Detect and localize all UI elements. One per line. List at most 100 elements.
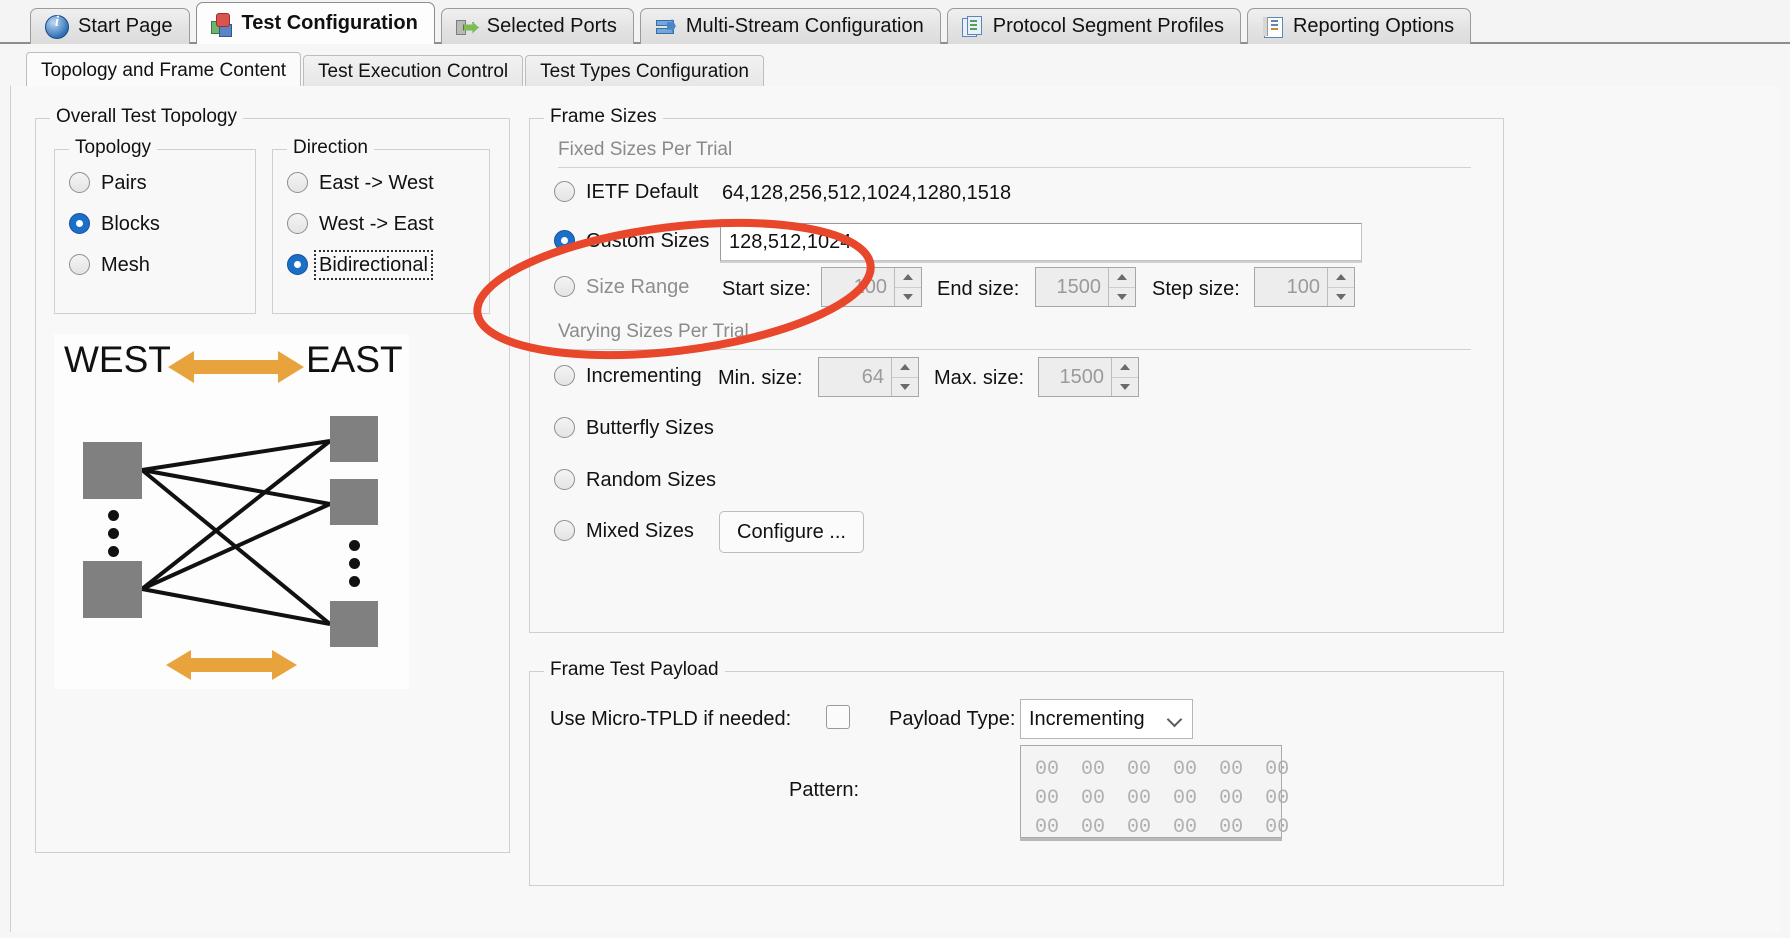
subtab-test-execution-control[interactable]: Test Execution Control bbox=[303, 55, 524, 88]
subtab-topology-and-frame-content[interactable]: Topology and Frame Content bbox=[26, 52, 302, 88]
tab-label: Multi-Stream Configuration bbox=[685, 15, 924, 37]
pattern-row: 00 00 00 00 00 00 bbox=[1035, 755, 1289, 784]
radio-direction-east-to-west[interactable]: East -> West bbox=[287, 172, 434, 193]
stepper-up-icon bbox=[1109, 268, 1135, 288]
radio-incrementing[interactable]: Incrementing bbox=[554, 365, 702, 386]
pattern-byte: 00 bbox=[1265, 758, 1290, 781]
stream-icon bbox=[655, 16, 677, 38]
subtab-label: Topology and Frame Content bbox=[41, 59, 287, 81]
max-size-stepper[interactable]: 1500 bbox=[1038, 357, 1139, 397]
end-size-value: 1500 bbox=[1056, 275, 1102, 298]
documents-icon bbox=[961, 15, 984, 38]
tab-multi-stream-configuration[interactable]: Multi-Stream Configuration bbox=[639, 8, 941, 44]
radio-dot bbox=[554, 469, 575, 490]
step-size-label: Step size: bbox=[1152, 278, 1240, 300]
radio-dot bbox=[287, 172, 308, 193]
start-size-value: 100 bbox=[853, 275, 887, 298]
tab-selected-ports[interactable]: Selected Ports bbox=[440, 8, 634, 44]
pattern-byte: 00 bbox=[1127, 758, 1152, 781]
section-divider bbox=[558, 349, 1471, 350]
radio-dot bbox=[69, 172, 90, 193]
radio-dot bbox=[554, 230, 575, 251]
west-ellipsis-dot bbox=[108, 546, 119, 557]
radio-topology-pairs[interactable]: Pairs bbox=[69, 172, 147, 193]
tab-label: Start Page bbox=[78, 15, 173, 37]
end-size-stepper[interactable]: 1500 bbox=[1035, 267, 1136, 307]
stepper-up-icon bbox=[1328, 268, 1354, 288]
radio-size-range[interactable]: Size Range bbox=[554, 276, 689, 297]
group-title: Frame Sizes bbox=[544, 106, 663, 128]
tab-start-page[interactable]: Start Page bbox=[30, 8, 190, 44]
custom-sizes-value: 128,512,1024 bbox=[729, 230, 852, 253]
radio-dot bbox=[287, 213, 308, 234]
max-size-value: 1500 bbox=[1059, 365, 1105, 388]
pattern-byte: 00 bbox=[1265, 787, 1290, 810]
pattern-byte: 00 bbox=[1173, 758, 1198, 781]
step-size-stepper[interactable]: 100 bbox=[1254, 267, 1355, 307]
radio-mixed-sizes[interactable]: Mixed Sizes bbox=[554, 520, 694, 541]
radio-label: Bidirectional bbox=[314, 249, 433, 280]
radio-dot bbox=[69, 213, 90, 234]
east-ellipsis-dot bbox=[349, 558, 360, 569]
east-ellipsis-dot bbox=[349, 540, 360, 551]
stepper-buttons[interactable] bbox=[891, 358, 918, 396]
report-book-icon bbox=[1262, 16, 1284, 38]
radio-label: Pairs bbox=[101, 171, 147, 194]
group-title: Frame Test Payload bbox=[544, 659, 725, 681]
radio-label: Blocks bbox=[101, 212, 160, 235]
radio-topology-mesh[interactable]: Mesh bbox=[69, 254, 150, 275]
payload-type-label: Payload Type: bbox=[889, 708, 1016, 730]
pattern-byte: 00 bbox=[1127, 787, 1152, 810]
radio-label: IETF Default bbox=[586, 180, 699, 203]
pattern-row: 00 00 00 00 00 00 bbox=[1035, 813, 1289, 842]
ports-icon bbox=[455, 16, 479, 38]
min-size-stepper[interactable]: 64 bbox=[818, 357, 919, 397]
tab-test-configuration[interactable]: Test Configuration bbox=[195, 2, 435, 44]
configure-mixed-sizes-button[interactable]: Configure ... bbox=[719, 511, 864, 553]
pattern-byte: 00 bbox=[1219, 787, 1244, 810]
radio-ietf-default[interactable]: IETF Default bbox=[554, 181, 698, 202]
bidirectional-arrow-bottom-icon bbox=[166, 650, 297, 680]
radio-label: West -> East bbox=[319, 212, 434, 235]
payload-type-select[interactable]: Incrementing bbox=[1020, 699, 1193, 739]
info-icon bbox=[45, 14, 69, 39]
fixed-sizes-section-label: Fixed Sizes Per Trial bbox=[558, 139, 733, 160]
tab-reporting-options[interactable]: Reporting Options bbox=[1246, 8, 1472, 44]
radio-custom-sizes[interactable]: Custom Sizes bbox=[554, 230, 709, 251]
stepper-buttons[interactable] bbox=[1327, 268, 1354, 306]
radio-butterfly-sizes[interactable]: Butterfly Sizes bbox=[554, 417, 714, 438]
button-label: Configure ... bbox=[737, 520, 846, 543]
tab-protocol-segment-profiles[interactable]: Protocol Segment Profiles bbox=[946, 8, 1241, 44]
radio-label: Incrementing bbox=[586, 364, 702, 387]
micro-tpld-label: Use Micro-TPLD if needed: bbox=[550, 708, 792, 730]
tab-label: Reporting Options bbox=[1292, 15, 1455, 37]
west-node-1 bbox=[83, 442, 142, 499]
micro-tpld-checkbox[interactable] bbox=[826, 705, 850, 729]
west-ellipsis-dot bbox=[108, 528, 119, 539]
tab-label: Protocol Segment Profiles bbox=[992, 15, 1224, 37]
direction-group: Direction East -> West West -> East Bidi… bbox=[272, 137, 490, 314]
stepper-buttons[interactable] bbox=[894, 268, 921, 306]
pattern-input[interactable]: 00 00 00 00 00 00 00 00 00 00 00 00 00 0… bbox=[1020, 745, 1289, 839]
stepper-buttons[interactable] bbox=[1111, 358, 1138, 396]
step-size-value: 100 bbox=[1286, 275, 1320, 298]
radio-direction-west-to-east[interactable]: West -> East bbox=[287, 213, 434, 234]
radio-dot bbox=[554, 417, 575, 438]
radio-label: Custom Sizes bbox=[586, 229, 710, 252]
frame-test-payload-group: Frame Test Payload Use Micro-TPLD if nee… bbox=[529, 659, 1504, 886]
pattern-byte: 00 bbox=[1219, 816, 1244, 839]
pattern-label: Pattern: bbox=[789, 779, 860, 801]
subtab-test-types-configuration[interactable]: Test Types Configuration bbox=[525, 55, 764, 88]
bidirectional-arrow-top-icon bbox=[168, 351, 304, 383]
overall-test-topology-group: Overall Test Topology Topology Pairs Blo… bbox=[35, 106, 510, 853]
stepper-buttons[interactable] bbox=[1108, 268, 1135, 306]
radio-topology-blocks[interactable]: Blocks bbox=[69, 213, 160, 234]
tab-content-panel: Overall Test Topology Topology Pairs Blo… bbox=[10, 86, 1780, 932]
custom-sizes-input[interactable]: 128,512,1024 bbox=[720, 223, 1362, 261]
east-node-1 bbox=[330, 416, 378, 462]
radio-direction-bidirectional[interactable]: Bidirectional bbox=[287, 249, 433, 280]
radio-label: Mesh bbox=[101, 253, 150, 276]
start-size-stepper[interactable]: 100 bbox=[821, 267, 922, 307]
radio-random-sizes[interactable]: Random Sizes bbox=[554, 469, 716, 490]
end-size-label: End size: bbox=[937, 278, 1020, 300]
